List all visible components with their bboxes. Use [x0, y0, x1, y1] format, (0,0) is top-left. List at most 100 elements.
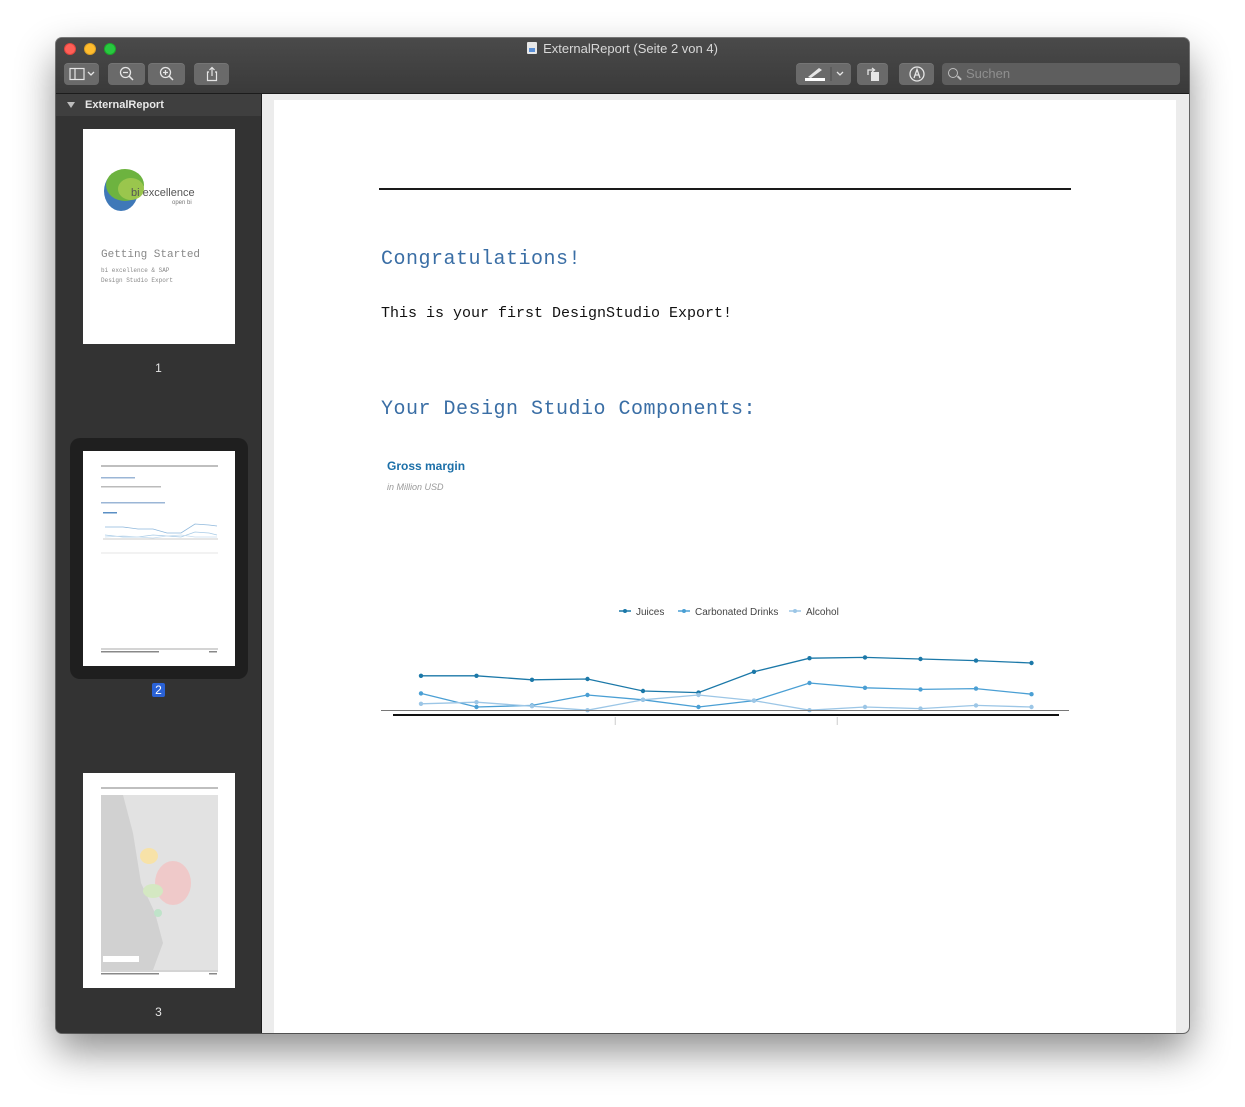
window-title-text: ExternalReport (Seite 2 von 4): [543, 41, 718, 56]
search-placeholder: Suchen: [966, 66, 1011, 81]
data-point-1-10: [973, 686, 979, 691]
document-viewer[interactable]: Congratulations! This is your first Desi…: [262, 94, 1189, 1033]
data-point-2-1: [474, 700, 479, 705]
data-point-1-8: [862, 685, 868, 690]
series-line-0: [421, 656, 1032, 694]
title-bar: ExternalReport (Seite 2 von 4) Suchen: [56, 38, 1189, 94]
page-number-2: 2: [56, 683, 261, 697]
data-point-0-8: [862, 655, 868, 660]
legend-label-1: Carbonated Drinks: [695, 607, 778, 618]
series-line-2: [420, 694, 1032, 711]
data-point-2-0: [418, 701, 424, 706]
disclosure-triangle-icon[interactable]: [67, 102, 75, 108]
highlighter-icon: [804, 67, 843, 81]
data-point-2-8: [862, 704, 868, 710]
thumbnail-sidebar: ExternalReport bi excellence open bi Get…: [56, 94, 262, 1033]
data-point-1-9: [918, 687, 923, 692]
page-number-1: 1: [56, 361, 261, 375]
intro-text: This is your first DesignStudio Export!: [381, 305, 733, 322]
sidebar-icon: [68, 67, 94, 81]
x-tick-label-1: Q2: [470, 724, 484, 725]
header-rule: [379, 188, 1071, 190]
data-point-0-0: [418, 673, 424, 678]
data-point-2-6: [751, 698, 757, 703]
page-1-preview: [104, 169, 144, 211]
markup-button[interactable]: [899, 63, 934, 85]
search-field[interactable]: Suchen: [942, 63, 1180, 85]
x-tick-label-0: Q1: [414, 724, 428, 725]
legend-marker-0: [623, 609, 627, 613]
legend-label-0: Juices: [636, 607, 664, 618]
page-number-2-label: 2: [152, 683, 165, 697]
data-point-1-3: [585, 692, 590, 698]
footer-rule: [381, 710, 1069, 711]
x-tick-label-5: Q2: [692, 724, 706, 725]
legend-label-2: Alcohol: [806, 607, 839, 618]
x-tick-label-10: Q3: [969, 724, 983, 725]
data-point-2-10: [973, 703, 979, 708]
sidebar-document-name: ExternalReport: [85, 99, 164, 111]
data-point-0-7: [807, 656, 812, 661]
data-point-1-0: [418, 691, 424, 696]
pdf-document-icon: [527, 42, 538, 54]
thumb-line-1: bi excellence & SAP: [101, 267, 170, 274]
data-point-0-3: [585, 676, 590, 682]
share-icon: [206, 66, 217, 82]
x-tick-label-11: Q4: [1025, 724, 1039, 725]
preview-window: ExternalReport (Seite 2 von 4) Suchen Ex…: [56, 38, 1189, 1033]
legend-marker-2: [793, 609, 797, 613]
page-3-preview: [101, 787, 218, 975]
rotate-icon: [866, 67, 879, 81]
data-point-2-5: [696, 692, 701, 698]
data-point-0-2: [529, 677, 535, 682]
thumb-logo-sub: open bi: [172, 200, 192, 206]
chart-title: Gross margin: [387, 459, 466, 473]
share-button[interactable]: [194, 63, 229, 85]
page-2-preview: [101, 465, 218, 653]
sidebar-document-header[interactable]: ExternalReport: [56, 94, 261, 116]
thumb-title: Getting Started: [101, 249, 201, 261]
congratulations-heading: Congratulations!: [381, 248, 582, 271]
sidebar-toggle-button[interactable]: [64, 63, 99, 85]
x-tick-label-8: Q1: [858, 724, 872, 725]
highlight-button[interactable]: [796, 63, 851, 85]
data-point-0-9: [918, 656, 923, 662]
page-number-1-label: 1: [155, 361, 162, 375]
data-point-1-5: [696, 704, 701, 710]
data-point-0-1: [474, 673, 479, 678]
page-thumbnail-1[interactable]: bi excellence open bi Getting Started bi…: [83, 129, 235, 344]
chart-subtitle: in Million USD: [387, 482, 444, 492]
zoom-out-button[interactable]: [108, 63, 145, 85]
x-tick-label-6: Q3: [747, 724, 761, 725]
window-title: ExternalReport (Seite 2 von 4): [56, 41, 1189, 57]
data-point-0-4: [640, 688, 646, 694]
data-point-2-11: [1029, 704, 1034, 710]
data-point-2-2: [529, 704, 535, 709]
x-tick-label-3: Q4: [581, 724, 595, 725]
page-number-3: 3: [56, 1005, 261, 1019]
data-point-0-10: [973, 658, 979, 663]
rotate-button[interactable]: [857, 63, 888, 85]
data-point-1-1: [474, 704, 479, 710]
zoom-in-icon: [159, 66, 174, 81]
data-point-0-11: [1029, 660, 1034, 666]
thumb-logo-text: bi excellence: [131, 187, 195, 199]
zoom-out-icon: [119, 66, 134, 81]
gross-margin-chart: Juices Carbonated Drinks Alcohol Q1 Q2 Q3 Q4 Q1…: [393, 607, 1059, 725]
data-point-2-4: [640, 697, 646, 702]
x-tick-label-4: Q1: [636, 724, 650, 725]
data-point-0-6: [751, 669, 757, 674]
x-tick-label-9: Q2: [914, 724, 928, 725]
page-thumbnail-3[interactable]: [83, 773, 235, 988]
zoom-in-button[interactable]: [148, 63, 185, 85]
markup-icon: [908, 66, 925, 82]
pdf-page-2: Congratulations! This is your first Desi…: [274, 100, 1176, 1033]
x-tick-label-2: Q3: [525, 724, 539, 725]
data-point-1-11: [1029, 692, 1034, 697]
x-tick-label-7: Q4: [803, 724, 817, 725]
thumb-line-2: Design Studio Export: [101, 277, 174, 284]
page-thumbnail-2[interactable]: [83, 451, 235, 666]
components-heading: Your Design Studio Components:: [381, 398, 757, 421]
data-point-1-7: [807, 680, 812, 686]
search-icon: [948, 68, 958, 78]
